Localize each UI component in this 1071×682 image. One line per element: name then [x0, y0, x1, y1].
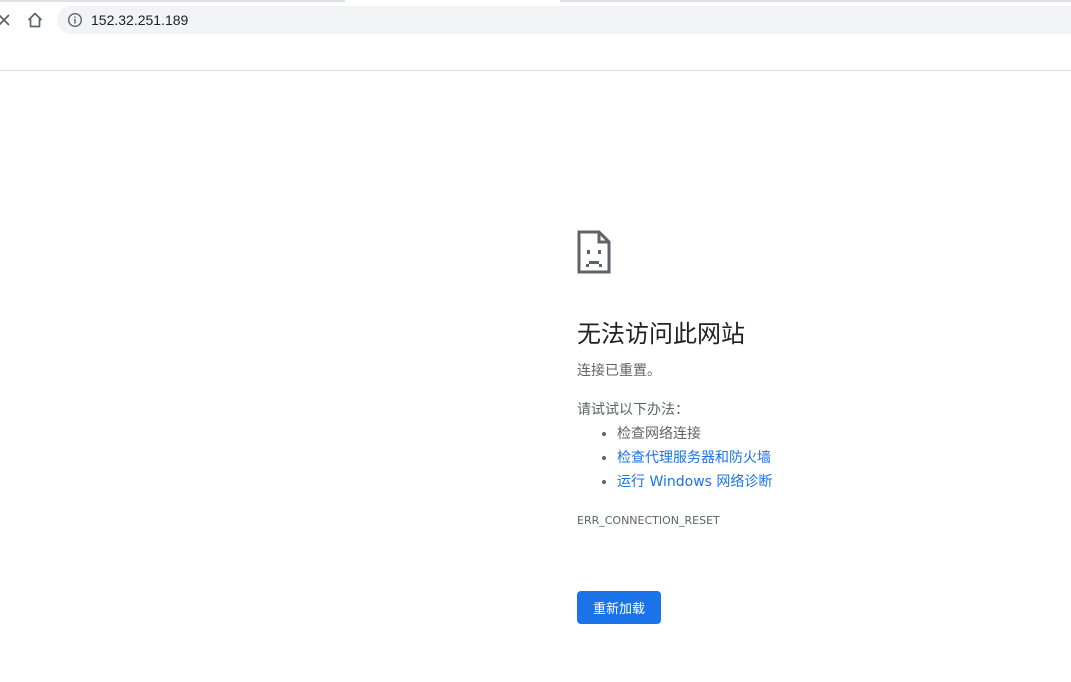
- error-code: ERR_CONNECTION_RESET: [577, 514, 720, 527]
- error-summary: 连接已重置。: [577, 363, 661, 379]
- error-content: 无法访问此网站 连接已重置。 请试试以下办法： 检查网络连接 检查代理服务器和防…: [577, 230, 1057, 624]
- stop-loading-button[interactable]: [0, 8, 16, 32]
- suggestion-label: 检查网络连接: [617, 426, 701, 442]
- address-bar-url[interactable]: 152.32.251.189: [91, 6, 188, 34]
- error-heading: 无法访问此网站: [577, 320, 745, 348]
- browser-toolbar: 152.32.251.189: [0, 0, 1071, 71]
- suggestions-list: 检查网络连接 检查代理服务器和防火墙 运行 Windows 网络诊断: [577, 422, 1057, 494]
- address-bar[interactable]: 152.32.251.189: [57, 6, 1071, 34]
- suggestion-check-proxy-firewall[interactable]: 检查代理服务器和防火墙: [617, 446, 1057, 470]
- suggestion-link[interactable]: 运行 Windows 网络诊断: [617, 474, 772, 490]
- suggestions-title: 请试试以下办法：: [577, 402, 689, 418]
- info-icon[interactable]: [67, 12, 83, 28]
- reload-button[interactable]: 重新加载: [577, 591, 662, 624]
- tab-strip: [0, 0, 1071, 2]
- home-icon: [27, 12, 43, 28]
- sad-page-icon: [577, 230, 611, 274]
- suggestion-link[interactable]: 检查代理服务器和防火墙: [617, 450, 771, 466]
- suggestion-check-network: 检查网络连接: [617, 422, 1057, 446]
- active-tab-edge: [345, 0, 560, 2]
- suggestion-run-diagnostics[interactable]: 运行 Windows 网络诊断: [617, 470, 1057, 494]
- home-button[interactable]: [23, 8, 47, 32]
- close-icon: [0, 14, 10, 26]
